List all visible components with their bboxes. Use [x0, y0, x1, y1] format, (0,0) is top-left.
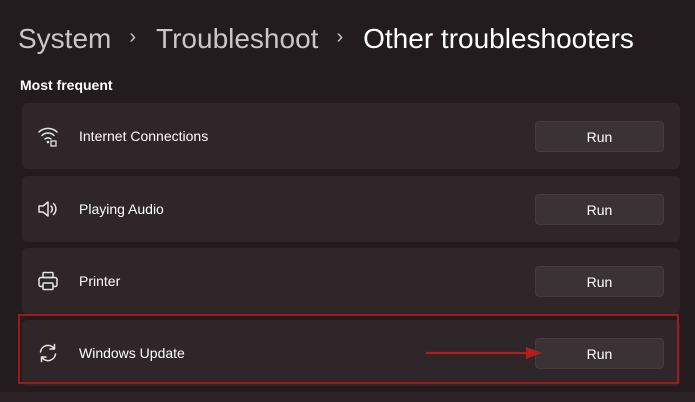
arrow-annotation-icon — [426, 347, 542, 359]
wifi-icon — [37, 125, 59, 147]
chevron-right-icon: › — [129, 26, 137, 48]
troubleshooter-playing-audio: Playing Audio Run — [22, 176, 680, 242]
troubleshooter-windows-update: Windows Update Run — [22, 320, 680, 386]
troubleshooter-label: Playing Audio — [79, 201, 164, 217]
troubleshooter-label: Internet Connections — [79, 128, 209, 144]
section-title-most-frequent: Most frequent — [20, 77, 113, 93]
page-title: Other troubleshooters — [363, 23, 634, 54]
breadcrumb-troubleshoot[interactable]: Troubleshoot — [156, 20, 318, 58]
troubleshooter-internet-connections: Internet Connections Run — [22, 103, 680, 169]
next-card-edge — [0, 392, 695, 402]
run-playing-audio-button[interactable]: Run — [535, 194, 664, 225]
run-windows-update-button[interactable]: Run — [535, 338, 664, 369]
breadcrumb-system[interactable]: System — [18, 20, 111, 58]
troubleshooter-label: Printer — [79, 273, 121, 289]
troubleshooter-label: Windows Update — [79, 345, 185, 361]
speaker-icon — [37, 198, 59, 220]
run-internet-connections-button[interactable]: Run — [535, 121, 664, 152]
run-printer-button[interactable]: Run — [535, 266, 664, 297]
breadcrumb: System › Troubleshoot › Other troublesho… — [18, 20, 634, 58]
printer-icon — [37, 270, 59, 292]
troubleshooter-printer: Printer Run — [22, 248, 680, 314]
chevron-right-icon: › — [336, 26, 344, 48]
sync-icon — [37, 342, 59, 364]
